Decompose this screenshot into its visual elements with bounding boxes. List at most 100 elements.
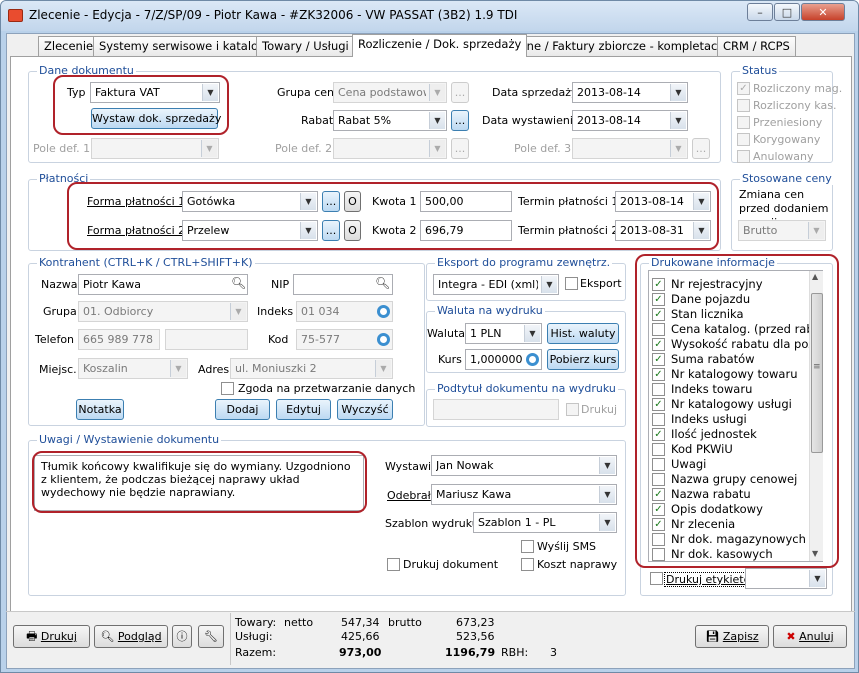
wystawil-select[interactable]: Jan Nowak ▼: [431, 455, 617, 476]
kwota1-input[interactable]: 500,00: [420, 191, 512, 212]
grupa-cen-more-button[interactable]: ...: [451, 82, 469, 103]
pole-def2-select[interactable]: ▼: [333, 138, 447, 159]
status-checkbox[interactable]: [737, 133, 750, 146]
item-checkbox[interactable]: ✓: [652, 518, 665, 531]
item-checkbox[interactable]: [652, 458, 665, 471]
etykieta-select[interactable]: ▼: [745, 568, 827, 589]
pole-def2-more-button[interactable]: ...: [451, 138, 469, 159]
zgoda-checkbox[interactable]: [221, 382, 234, 395]
item-checkbox[interactable]: [652, 473, 665, 486]
wystaw-dok-sprzedazy-button[interactable]: Wystaw dok. sprzedaży: [91, 108, 221, 129]
item-checkbox[interactable]: [652, 548, 665, 561]
status-checkbox[interactable]: [737, 99, 750, 112]
item-checkbox[interactable]: ✓: [652, 278, 665, 291]
tab-crm-rcps[interactable]: CRM / RCPS: [717, 36, 796, 56]
tab-systemy-serwisowe[interactable]: Systemy serwisowe i katalogi: [93, 36, 275, 56]
wyczysc-button[interactable]: Wyczyść: [337, 399, 393, 420]
item-checkbox[interactable]: ✓: [652, 353, 665, 366]
refresh-icon[interactable]: [377, 305, 390, 318]
status-checkbox[interactable]: [737, 150, 750, 163]
rabat-more-button[interactable]: ...: [451, 110, 469, 131]
pobierz-kurs-button[interactable]: Pobierz kurs: [547, 349, 619, 370]
item-checkbox[interactable]: ✓: [652, 503, 665, 516]
close-button[interactable]: ✕: [801, 3, 845, 21]
telefon-input[interactable]: 665 989 778: [78, 329, 160, 350]
forma-platnosci2-select[interactable]: Przelew ▼: [182, 220, 318, 241]
data-sprzedazy-picker[interactable]: 2013-08-14 ▼: [572, 82, 688, 103]
scrollbar-thumb[interactable]: ≡: [811, 293, 823, 453]
zapisz-button[interactable]: 💾︎ Zapisz: [695, 625, 769, 648]
grupa-cen-select[interactable]: Cena podstawowa▼: [333, 82, 447, 103]
forma-platnosci2-o-button[interactable]: O: [344, 220, 361, 241]
drukuj-dokument-checkbox[interactable]: [387, 558, 400, 571]
drukowane-informacje-list[interactable]: ✓ Nr rejestracyjny ✓ Dane pojazdu ✓ Stan licz…: [648, 270, 823, 562]
item-checkbox[interactable]: [652, 383, 665, 396]
miejscowosc-select[interactable]: Koszalin ▼: [78, 358, 188, 379]
scrollbar[interactable]: ▲ ≡ ▼: [809, 271, 823, 561]
data-wystawienia-picker[interactable]: 2013-08-14 ▼: [572, 110, 688, 131]
odebral-select[interactable]: Mariusz Kawa ▼: [431, 484, 617, 505]
refresh-icon[interactable]: [526, 353, 539, 366]
nazwa-input[interactable]: Piotr Kawa: [78, 274, 248, 295]
info-button[interactable]: ⓘ: [172, 625, 192, 648]
podtytul-drukuj-checkbox[interactable]: [566, 403, 579, 416]
item-checkbox[interactable]: [652, 323, 665, 336]
termin-platnosci2-picker[interactable]: 2013-08-31 ▼: [615, 220, 711, 241]
adres-select[interactable]: ul. Moniuszki 2 ▼: [230, 358, 393, 379]
tab-towary-uslugi[interactable]: Towary / Usługi: [256, 36, 355, 56]
item-checkbox[interactable]: ✓: [652, 338, 665, 351]
item-checkbox[interactable]: ✓: [652, 488, 665, 501]
podtytul-input[interactable]: [433, 399, 559, 420]
koszt-naprawy-checkbox[interactable]: [521, 558, 534, 571]
grupa-select[interactable]: 01. Odbiorcy ▼: [78, 301, 248, 322]
forma-platnosci2-more-button[interactable]: ...: [322, 220, 340, 241]
uwagi-textarea[interactable]: Tłumik końcowy kwalifikuje się do wymian…: [34, 455, 364, 511]
item-checkbox[interactable]: [652, 533, 665, 546]
forma-platnosci1-select[interactable]: Gotówka ▼: [182, 191, 318, 212]
tab-inne-faktury[interactable]: Inne / Faktury zbiorcze - kompletacja: [510, 36, 734, 56]
item-checkbox[interactable]: [652, 443, 665, 456]
item-checkbox[interactable]: ✓: [652, 368, 665, 381]
notatka-button[interactable]: Notatka: [76, 399, 124, 420]
forma-platnosci1-more-button[interactable]: ...: [322, 191, 340, 212]
rabat-select[interactable]: Rabat 5% ▼: [333, 110, 447, 131]
pole-def3-more-button[interactable]: ...: [692, 138, 710, 159]
search-icon[interactable]: 🔍︎: [375, 276, 390, 290]
item-checkbox[interactable]: ✓: [652, 293, 665, 306]
edytuj-button[interactable]: Edytuj: [276, 399, 331, 420]
minimize-button[interactable]: –: [747, 3, 773, 21]
maximize-button[interactable]: □: [774, 3, 800, 21]
refresh-icon[interactable]: [377, 333, 390, 346]
termin-platnosci1-picker[interactable]: 2013-08-14 ▼: [615, 191, 711, 212]
scroll-up-icon[interactable]: ▲: [812, 272, 818, 281]
item-checkbox[interactable]: [652, 413, 665, 426]
wyslij-sms-checkbox[interactable]: [521, 540, 534, 553]
anuluj-button[interactable]: ✖ Anuluj: [773, 625, 847, 648]
kwota2-input[interactable]: 696,79: [420, 220, 512, 241]
status-checkbox[interactable]: ✓: [737, 82, 750, 95]
item-checkbox[interactable]: ✓: [652, 398, 665, 411]
scroll-down-icon[interactable]: ▼: [812, 549, 818, 558]
tools-button[interactable]: 🔧︎: [198, 625, 224, 648]
drukuj-button[interactable]: 🖶︎ Drukuj: [13, 625, 90, 648]
pole-def3-select[interactable]: ▼: [572, 138, 688, 159]
eksport-checkbox[interactable]: [565, 277, 578, 290]
szablon-wydruku-select[interactable]: Szablon 1 - PL ▼: [473, 512, 617, 533]
tab-rozliczenie[interactable]: Rozliczenie / Dok. sprzedaży: [352, 34, 528, 57]
search-icon[interactable]: 🔍︎: [231, 276, 246, 290]
eksport-select[interactable]: Integra - EDI (xml) ▼: [433, 274, 559, 295]
tab-zlecenie[interactable]: Zlecenie: [38, 36, 100, 56]
telefon2-input[interactable]: [165, 329, 248, 350]
podglad-button[interactable]: 🔍︎ Podgląd: [94, 625, 168, 648]
waluta-select[interactable]: 1 PLN ▼: [465, 323, 542, 344]
drukuj-etykiete-checkbox[interactable]: [650, 572, 663, 585]
stosowane-ceny-select[interactable]: Brutto ▼: [738, 220, 826, 241]
hist-waluty-button[interactable]: Hist. waluty: [547, 323, 619, 344]
forma-platnosci1-o-button[interactable]: O: [344, 191, 361, 212]
item-checkbox[interactable]: ✓: [652, 428, 665, 441]
status-checkbox[interactable]: [737, 116, 750, 129]
pole-def1-select[interactable]: ▼: [91, 138, 219, 159]
typ-select[interactable]: Faktura VAT ▼: [90, 82, 220, 103]
item-checkbox[interactable]: ✓: [652, 308, 665, 321]
dodaj-button[interactable]: Dodaj: [215, 399, 270, 420]
